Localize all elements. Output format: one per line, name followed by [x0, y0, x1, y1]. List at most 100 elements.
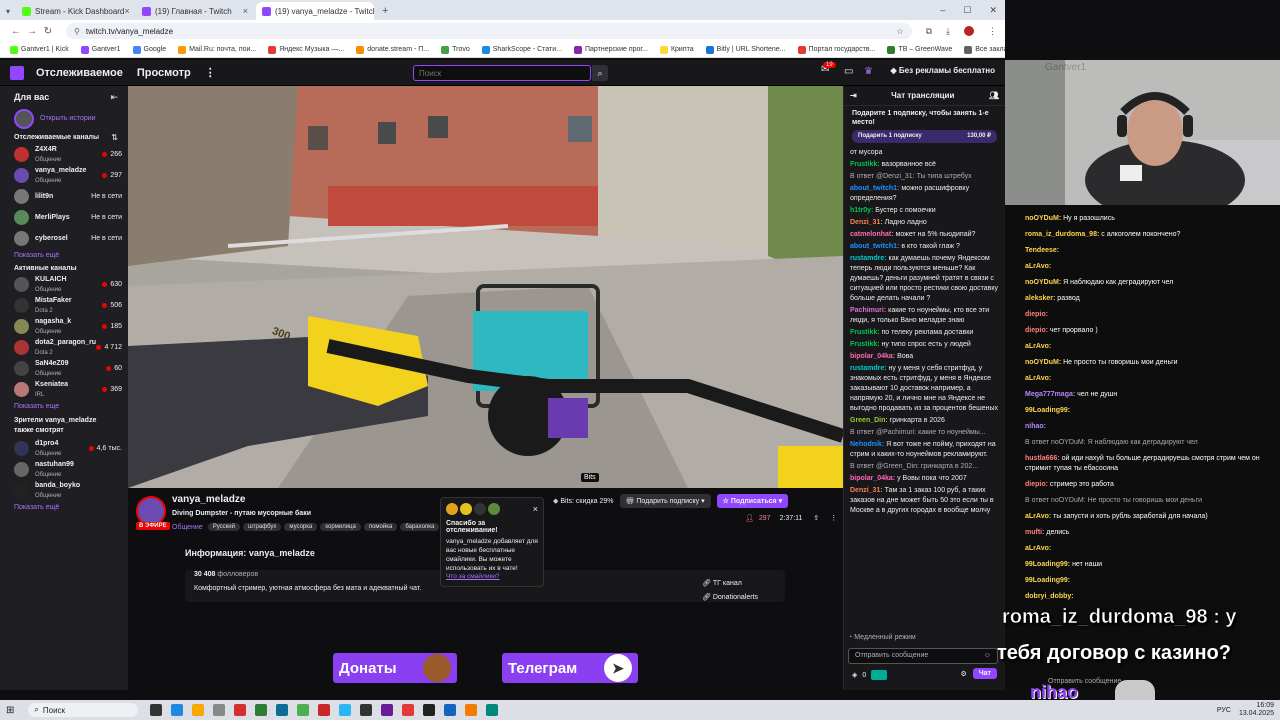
chat-users-icon[interactable]: 👥︎ [989, 91, 999, 100]
chat-username[interactable]: Frustikk: [850, 161, 880, 168]
gift-one-sub-button[interactable]: Подарить 1 подписку 130,00 ₽ [852, 130, 997, 143]
app-icon[interactable] [213, 704, 226, 716]
app-icon[interactable] [402, 704, 415, 716]
browser-tab-kick[interactable]: Stream - Kick Dashboard × [16, 2, 134, 20]
task-view-icon[interactable] [150, 704, 163, 716]
language-indicator[interactable]: РУС [1217, 707, 1231, 714]
extension-icon[interactable]: ⧉ [926, 26, 932, 37]
donationalerts-link[interactable]: 🔗︎ Donationalerts [702, 593, 758, 601]
maximize-icon[interactable]: ☐ [963, 5, 971, 16]
sidebar-channel[interactable]: dota2_paragon_ru Dota 2 4 712 [0, 337, 128, 358]
open-stories-item[interactable]: Открыть истории [0, 108, 128, 129]
chrome-icon[interactable] [297, 704, 310, 716]
browser-tab-twitch-channel[interactable]: (19) vanya_meladze - Twitch× [256, 2, 375, 20]
bookmark-item[interactable]: Mail.Ru: почта, пои... [178, 45, 256, 54]
sidebar-channel[interactable]: Z4X4R Общение 266 [0, 144, 128, 165]
chat-username[interactable]: Pachimuri: [850, 307, 886, 314]
more-dots-icon[interactable]: ⋮ [205, 66, 216, 79]
close-tab-icon[interactable]: × [243, 6, 248, 16]
more-options-icon[interactable]: ⋮ [830, 514, 837, 522]
sort-icon[interactable]: ⇅ [111, 133, 118, 142]
bookmark-item[interactable]: Trovo [441, 45, 470, 54]
whispers-icon[interactable]: ▭ [844, 66, 853, 77]
emote-icon[interactable] [460, 503, 472, 515]
close-tab-icon[interactable]: × [124, 6, 129, 16]
sidebar-channel[interactable]: cyberosel Не в сети [0, 228, 128, 249]
menu-dots-icon[interactable]: ⋮ [988, 26, 997, 37]
collapse-chat-icon[interactable]: ⇥ [850, 91, 857, 100]
bookmark-item[interactable]: Google [132, 45, 166, 54]
bookmark-item[interactable]: Gantver1 [80, 45, 121, 54]
sidebar-channel[interactable]: MerliPlays Не в сети [0, 207, 128, 228]
emote-icon[interactable] [488, 503, 500, 515]
stream-tag[interactable]: кормилица [320, 523, 361, 531]
sidebar-channel[interactable]: nastuhan99 Общение [0, 459, 128, 480]
tab-search-icon[interactable]: ▾ [6, 7, 10, 16]
chat-input[interactable]: Отправить сообщение ☺ [848, 648, 998, 664]
share-icon[interactable]: ⇪ [813, 514, 819, 522]
sidebar-channel[interactable]: SaN4eZ09 Общение 60 [0, 358, 128, 379]
emote-icon[interactable] [446, 503, 458, 515]
close-window-icon[interactable]: ✕ [989, 5, 997, 16]
bookmark-item[interactable]: Все закладки [964, 45, 1005, 54]
collapse-sidebar-icon[interactable]: ⇤ [110, 92, 118, 103]
channel-points[interactable]: ◈ 0 [852, 670, 888, 680]
bookmark-item[interactable]: Крипта [659, 45, 694, 54]
app-icon[interactable] [192, 704, 205, 716]
nav-browse[interactable]: Просмотр [137, 67, 191, 79]
chat-username[interactable]: h1tr0y: [850, 207, 873, 214]
chat-username[interactable]: rustamdre: [850, 255, 887, 262]
subscribe-button[interactable]: ☆ Подписаться ▾ [716, 494, 789, 508]
back-icon[interactable]: ← [8, 26, 24, 37]
chat-username[interactable]: Denzi_31: [850, 487, 883, 494]
no-ads-button[interactable]: ◆ Без рекламы бесплатно [891, 66, 995, 75]
site-info-icon[interactable]: ⚲ [74, 27, 80, 36]
bookmark-item[interactable]: Bitly | URL Shortene... [705, 45, 786, 54]
donate-overlay-button[interactable]: Донаты [333, 653, 457, 683]
sidebar-channel[interactable]: KULAICH Общение 630 [0, 274, 128, 295]
clock[interactable]: 16:09 13.04.2025 [1239, 702, 1274, 718]
channel-name[interactable]: vanya_meladze [172, 494, 245, 505]
crown-icon[interactable]: ♛ [864, 66, 873, 77]
stream-tag[interactable]: помойка [363, 523, 398, 531]
reload-icon[interactable]: ↻ [40, 26, 56, 37]
app-icon[interactable] [486, 704, 499, 716]
chat-username[interactable]: rustamdre: [850, 365, 887, 372]
chat-send-button[interactable]: Чат [972, 668, 997, 679]
stream-tag[interactable]: штрафбух [242, 523, 282, 531]
app-icon[interactable] [423, 704, 436, 716]
bits-discount-button[interactable]: ◆ Bits: скидка 29% [553, 497, 614, 505]
app-icon[interactable] [171, 704, 184, 716]
chat-username[interactable]: Frustikk: [850, 329, 880, 336]
show-more-followed[interactable]: Показать ещё [0, 249, 128, 265]
start-icon[interactable]: ⊞ [6, 705, 14, 716]
new-tab-icon[interactable]: + [382, 5, 388, 17]
bookmark-item[interactable]: Яндекс Музыка —... [268, 45, 344, 54]
search-icon[interactable]: ⌕ [592, 65, 608, 81]
taskbar-search[interactable]: ⌕ Поиск [28, 703, 139, 717]
app-icon[interactable] [339, 704, 352, 716]
chat-username[interactable]: Green_Din: [850, 417, 888, 424]
category-link[interactable]: Общение [172, 524, 203, 531]
minimize-icon[interactable]: – [940, 5, 945, 16]
chat-settings-icon[interactable]: ⚙ [960, 670, 966, 678]
bookmark-item[interactable]: Портал государств... [797, 45, 875, 54]
stream-tag[interactable]: барахолка [400, 523, 440, 531]
bookmark-item[interactable]: donate.stream - П... [356, 45, 429, 54]
app-icon[interactable] [255, 704, 268, 716]
chat-username[interactable]: Nehodnik: [850, 441, 884, 448]
claim-points-icon[interactable] [871, 670, 888, 680]
chat-username[interactable]: catmelonhat: [850, 231, 894, 238]
emote-icon[interactable] [474, 503, 486, 515]
bookmark-star-icon[interactable]: ☆ [896, 27, 903, 36]
app-icon[interactable] [465, 704, 478, 716]
sidebar-channel[interactable]: vanya_meladze Общение 297 [0, 165, 128, 186]
gift-sub-button[interactable]: 🎁︎ Подарить подписку ▾ [619, 494, 711, 508]
sidebar-channel[interactable]: d1pro4 Общение 4,6 тыс. [0, 438, 128, 459]
stream-tag[interactable]: мусорка [284, 523, 318, 531]
app-icon[interactable] [318, 704, 331, 716]
show-more-active[interactable]: Показать еще [0, 400, 128, 416]
video-player[interactable]: 300 Bits [128, 86, 843, 488]
sidebar-channel[interactable]: MistaFaker Dota 2 506 [0, 295, 128, 316]
telegram-overlay-button[interactable]: Телеграм ➤ [502, 653, 638, 683]
